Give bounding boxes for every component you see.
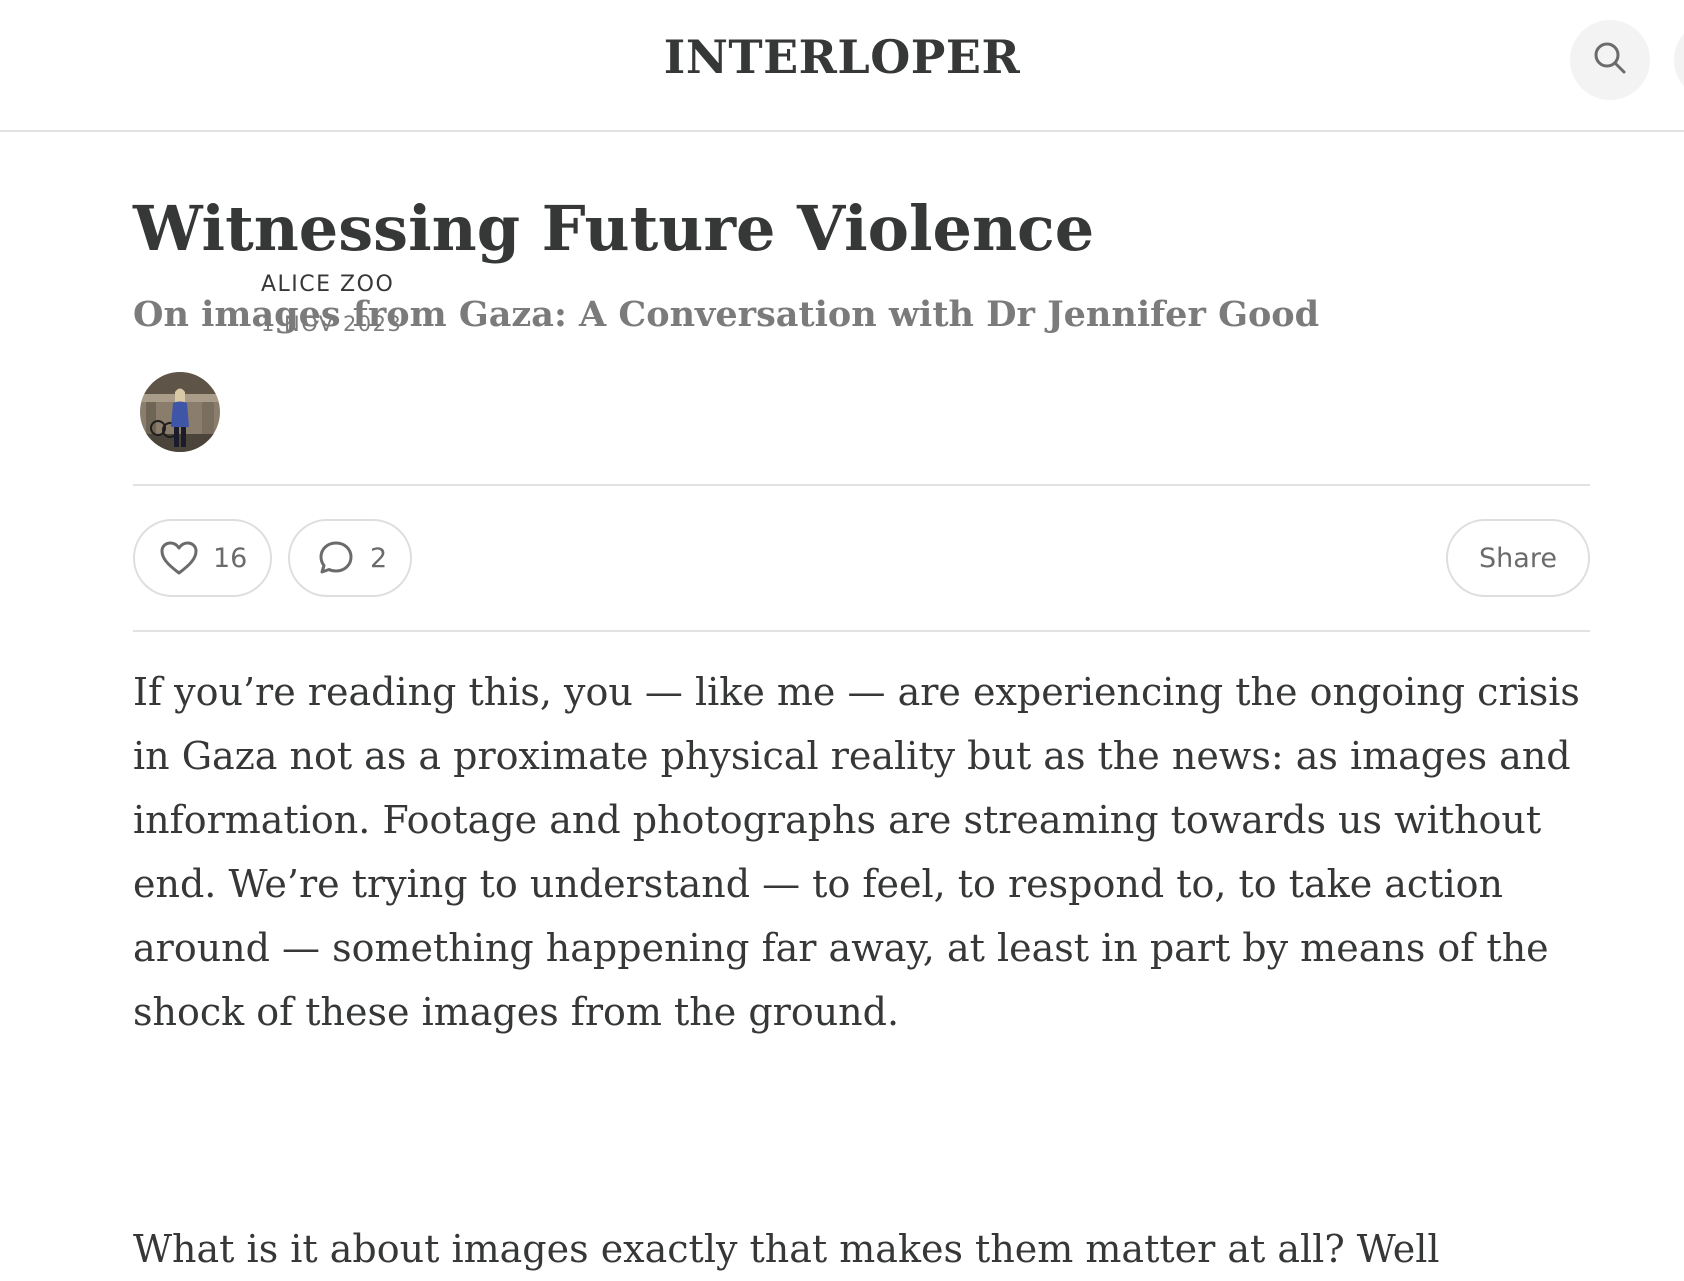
comment-count: 2	[370, 542, 388, 574]
author-name[interactable]: ALICE ZOO	[261, 272, 394, 297]
publish-date: 1 NOV 2023	[261, 312, 403, 336]
article-title: Witnessing Future Violence	[133, 192, 1095, 265]
like-count: 16	[213, 542, 248, 574]
comment-button[interactable]: 2	[288, 519, 412, 597]
author-avatar[interactable]	[140, 372, 220, 452]
share-label: Share	[1479, 542, 1557, 574]
search-icon	[1592, 40, 1628, 80]
heart-icon	[159, 538, 199, 578]
article-paragraph-next: What is it about images exactly that mak…	[133, 1227, 1440, 1271]
search-button[interactable]	[1570, 20, 1650, 100]
article-paragraph: If you’re reading this, you — like me — …	[133, 670, 1580, 1034]
divider-bottom	[133, 630, 1590, 632]
comment-icon	[316, 538, 356, 578]
share-button[interactable]: Share	[1446, 519, 1590, 597]
byline	[133, 372, 1590, 462]
site-title[interactable]: INTERLOPER	[0, 30, 1684, 84]
like-button[interactable]: 16	[133, 519, 272, 597]
top-navigation-bar: INTERLOPER	[0, 0, 1684, 132]
divider-top	[133, 484, 1590, 486]
